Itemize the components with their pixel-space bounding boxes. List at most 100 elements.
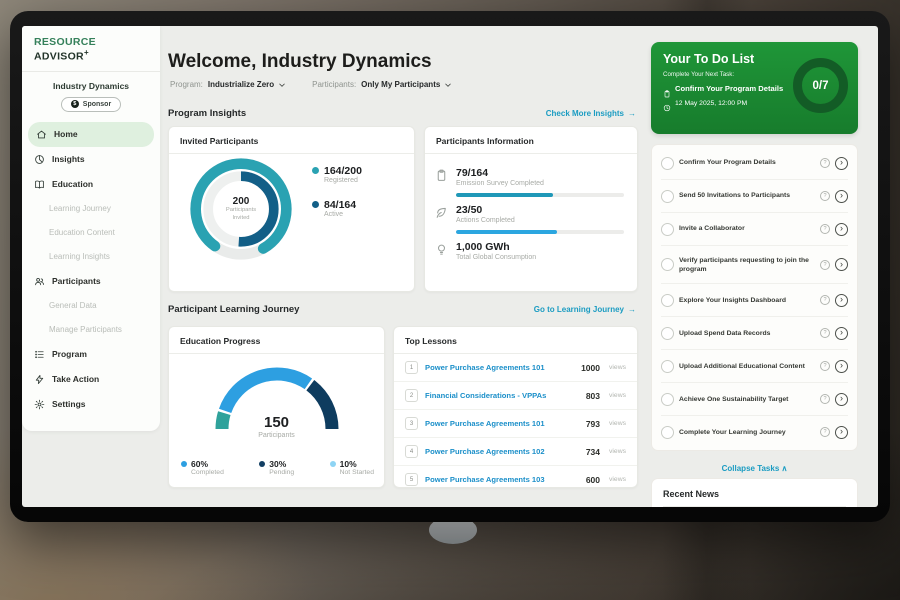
sidebar-item-learning-journey[interactable]: Learning Journey [22,197,160,221]
chevron-down-icon [278,81,286,89]
collapse-tasks-link[interactable]: Collapse Tasks ∧ [651,464,858,473]
metric-label: Actions Completed [456,217,624,224]
actions-icon [435,206,448,219]
sidebar-nav: Home Insights Education Learning Journey Edu… [22,122,160,417]
clock-icon [663,99,671,107]
task-open-button[interactable]: › [835,190,848,203]
todo-next-task: Confirm Your Program Details [675,84,783,93]
metric-value: 23/50 [456,204,624,216]
task-checkbox[interactable] [661,426,674,439]
logo-plus: + [84,48,89,57]
metric-progress-bar [456,193,624,197]
lesson-link[interactable]: Power Purchase Agreements 103 [425,475,579,484]
task-open-button[interactable]: › [835,426,848,439]
sponsor-badge: $ Sponsor [61,97,121,112]
lesson-link[interactable]: Power Purchase Agreements 102 [425,447,579,456]
sidebar-item-program[interactable]: Program [22,342,160,367]
invited-participants-card: Invited Participants 200 Participants In… [168,126,415,292]
todo-progress-ring: 0/7 [793,58,848,113]
sidebar-item-label: Participants [52,276,101,286]
task-open-button[interactable]: › [835,327,848,340]
sidebar-item-label: General Data [49,301,97,310]
task-label: Complete Your Learning Journey [679,428,815,437]
monitor-bezel: RESOURCE ADVISOR+ Industry Dynamics $ Sp… [10,11,890,522]
task-checkbox[interactable] [661,190,674,203]
sidebar-item-settings[interactable]: Settings [22,392,160,417]
task-checkbox[interactable] [661,294,674,307]
task-open-button[interactable]: › [835,393,848,406]
sidebar-item-participants[interactable]: Participants [22,269,160,294]
donut-center-label: 200 Participants Invited [187,155,295,263]
lesson-link[interactable]: Power Purchase Agreements 101 [425,363,574,372]
task-row-complete-your-learning-journey: Complete Your Learning Journey?› [661,416,848,448]
task-checkbox[interactable] [661,223,674,236]
lesson-views-count: 793 [586,419,600,429]
lesson-link[interactable]: Financial Considerations - VPPAs [425,391,579,400]
sidebar-item-learning-insights[interactable]: Learning Insights [22,245,160,269]
lesson-row-5: 5Power Purchase Agreements 103600views [394,466,637,488]
task-open-button[interactable]: › [835,157,848,170]
task-checkbox[interactable] [661,327,674,340]
lesson-views-count: 734 [586,447,600,457]
task-checkbox[interactable] [661,360,674,373]
legend-label: Registered [324,177,362,184]
task-label: Send 50 Invitations to Participants [679,191,815,200]
sponsor-badge-wrap: $ Sponsor [22,97,160,112]
legend-label: Pending [269,469,294,476]
program-filter-dropdown[interactable]: Industrialize Zero [208,80,286,89]
task-open-button[interactable]: › [835,294,848,307]
check-more-insights-link[interactable]: Check More Insights → [546,109,636,118]
energy-icon [435,243,448,256]
task-checkbox[interactable] [661,258,674,271]
insights-icon [34,154,45,165]
sidebar-item-manage-participants[interactable]: Manage Participants [22,318,160,342]
sidebar-item-take-action[interactable]: Take Action [22,367,160,392]
lesson-views-word: views [609,476,626,483]
lesson-views-word: views [609,448,626,455]
gauge-center-label: 150 Participants [207,414,347,439]
lesson-row-4: 4 Power Purchase Agreements 102 734 views [394,438,637,466]
task-row-invite-a-collaborator: Invite a Collaborator?› [661,213,848,246]
sidebar-item-label: Learning Journey [49,204,111,213]
legend-value: 30% [269,459,294,469]
task-open-button[interactable]: › [835,360,848,373]
task-checkbox[interactable] [661,393,674,406]
participants-icon [34,276,45,287]
lesson-views-word: views [609,364,626,371]
metric-body: 79/164Emission Survey Completed [456,167,624,197]
task-row-upload-additional-educational-content: Upload Additional Educational Content?› [661,350,848,383]
home-icon [36,129,47,140]
metric-total-global-consumption: 1,000 GWhTotal Global Consumption [425,234,637,261]
sidebar-item-general-data[interactable]: General Data [22,294,160,318]
go-to-learning-journey-link[interactable]: Go to Learning Journey → [534,305,636,314]
sidebar-item-label: Program [52,349,87,359]
sidebar-item-insights[interactable]: Insights [22,147,160,172]
invited-legend: 164/200Registered84/164Active [312,165,362,218]
arrow-right-icon: → [628,109,636,118]
page-title: Welcome, Industry Dynamics [168,51,432,73]
participants-filter-dropdown[interactable]: Only My Participants [361,80,452,89]
logo-secondary: ADVISOR [34,51,84,63]
metric-actions-completed: 23/50Actions Completed [425,197,637,234]
task-open-button[interactable]: › [835,258,848,271]
sidebar-item-label: Insights [52,154,85,164]
lesson-rank: 4 [405,445,418,458]
legend-text: 10%Not Started [340,459,374,476]
lesson-rank: 3 [405,417,418,430]
participants-filter: Participants: Only My Participants [312,80,452,89]
recent-news-card: Recent News [651,478,858,507]
sidebar-item-label: Learning Insights [49,252,110,261]
program-icon [34,349,45,360]
collapse-tasks-label: Collapse Tasks [722,464,780,473]
invited-count-label: Participants Invited [226,207,256,223]
task-open-button[interactable]: › [835,223,848,236]
sidebar-item-label: Settings [52,399,86,409]
sidebar-item-education-content[interactable]: Education Content [22,221,160,245]
sidebar-item-home[interactable]: Home [28,122,154,147]
lesson-views-count: 1000 [581,363,600,373]
lesson-link[interactable]: Power Purchase Agreements 101 [425,419,579,428]
sidebar-item-education[interactable]: Education [22,172,160,197]
task-checkbox[interactable] [661,157,674,170]
participants-filter-value: Only My Participants [361,80,440,89]
lesson-rank: 2 [405,389,418,402]
